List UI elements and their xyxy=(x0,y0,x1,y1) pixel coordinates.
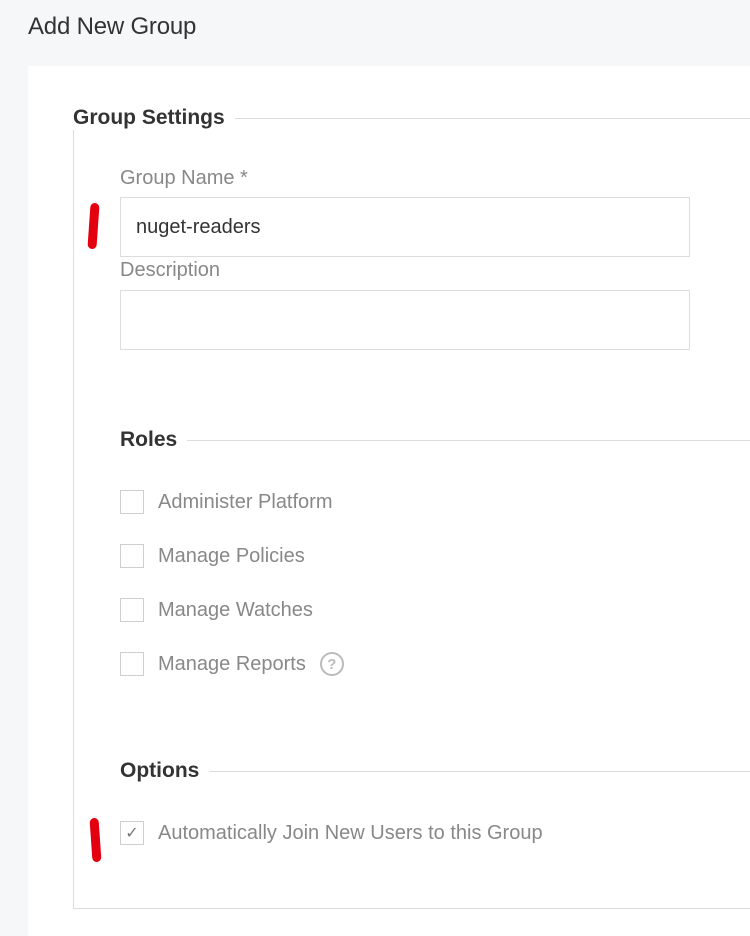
roles-heading: Roles xyxy=(120,428,178,451)
page-title: Add New Group xyxy=(28,13,197,40)
group-name-label: Group Name * xyxy=(120,167,248,189)
help-icon[interactable]: ? xyxy=(319,652,344,676)
role-manage-watches[interactable]: Manage Watches xyxy=(120,598,313,622)
manage-policies-checkbox[interactable] xyxy=(120,544,144,568)
manage-reports-label: Manage Reports xyxy=(158,652,306,675)
legend-divider xyxy=(209,770,750,772)
manage-watches-label: Manage Watches xyxy=(158,598,313,621)
role-manage-reports[interactable]: Manage Reports ? xyxy=(120,652,344,676)
legend-divider xyxy=(234,117,750,119)
administer-platform-checkbox[interactable] xyxy=(120,490,144,514)
options-legend: Options xyxy=(120,759,750,783)
group-name-input[interactable] xyxy=(120,197,690,257)
checkmark-icon: ✓ xyxy=(125,825,139,842)
manage-watches-checkbox[interactable] xyxy=(120,598,144,622)
administer-platform-label: Administer Platform xyxy=(158,490,333,513)
manage-reports-checkbox[interactable] xyxy=(120,652,144,676)
option-auto-join[interactable]: ✓ Automatically Join New Users to this G… xyxy=(120,821,543,845)
auto-join-checkbox[interactable]: ✓ xyxy=(120,821,144,845)
manage-policies-label: Manage Policies xyxy=(158,544,305,567)
role-manage-policies[interactable]: Manage Policies xyxy=(120,544,305,568)
description-input[interactable] xyxy=(120,290,690,350)
role-administer-platform[interactable]: Administer Platform xyxy=(120,490,333,514)
legend-divider xyxy=(187,439,750,441)
description-label: Description xyxy=(120,259,221,281)
group-settings-legend: Group Settings xyxy=(73,106,750,130)
group-form-card: Group Settings Group Name * Description … xyxy=(28,66,750,936)
group-settings-heading: Group Settings xyxy=(73,106,225,130)
options-heading: Options xyxy=(120,759,200,782)
roles-legend: Roles xyxy=(120,428,750,452)
auto-join-label: Automatically Join New Users to this Gro… xyxy=(158,821,543,844)
